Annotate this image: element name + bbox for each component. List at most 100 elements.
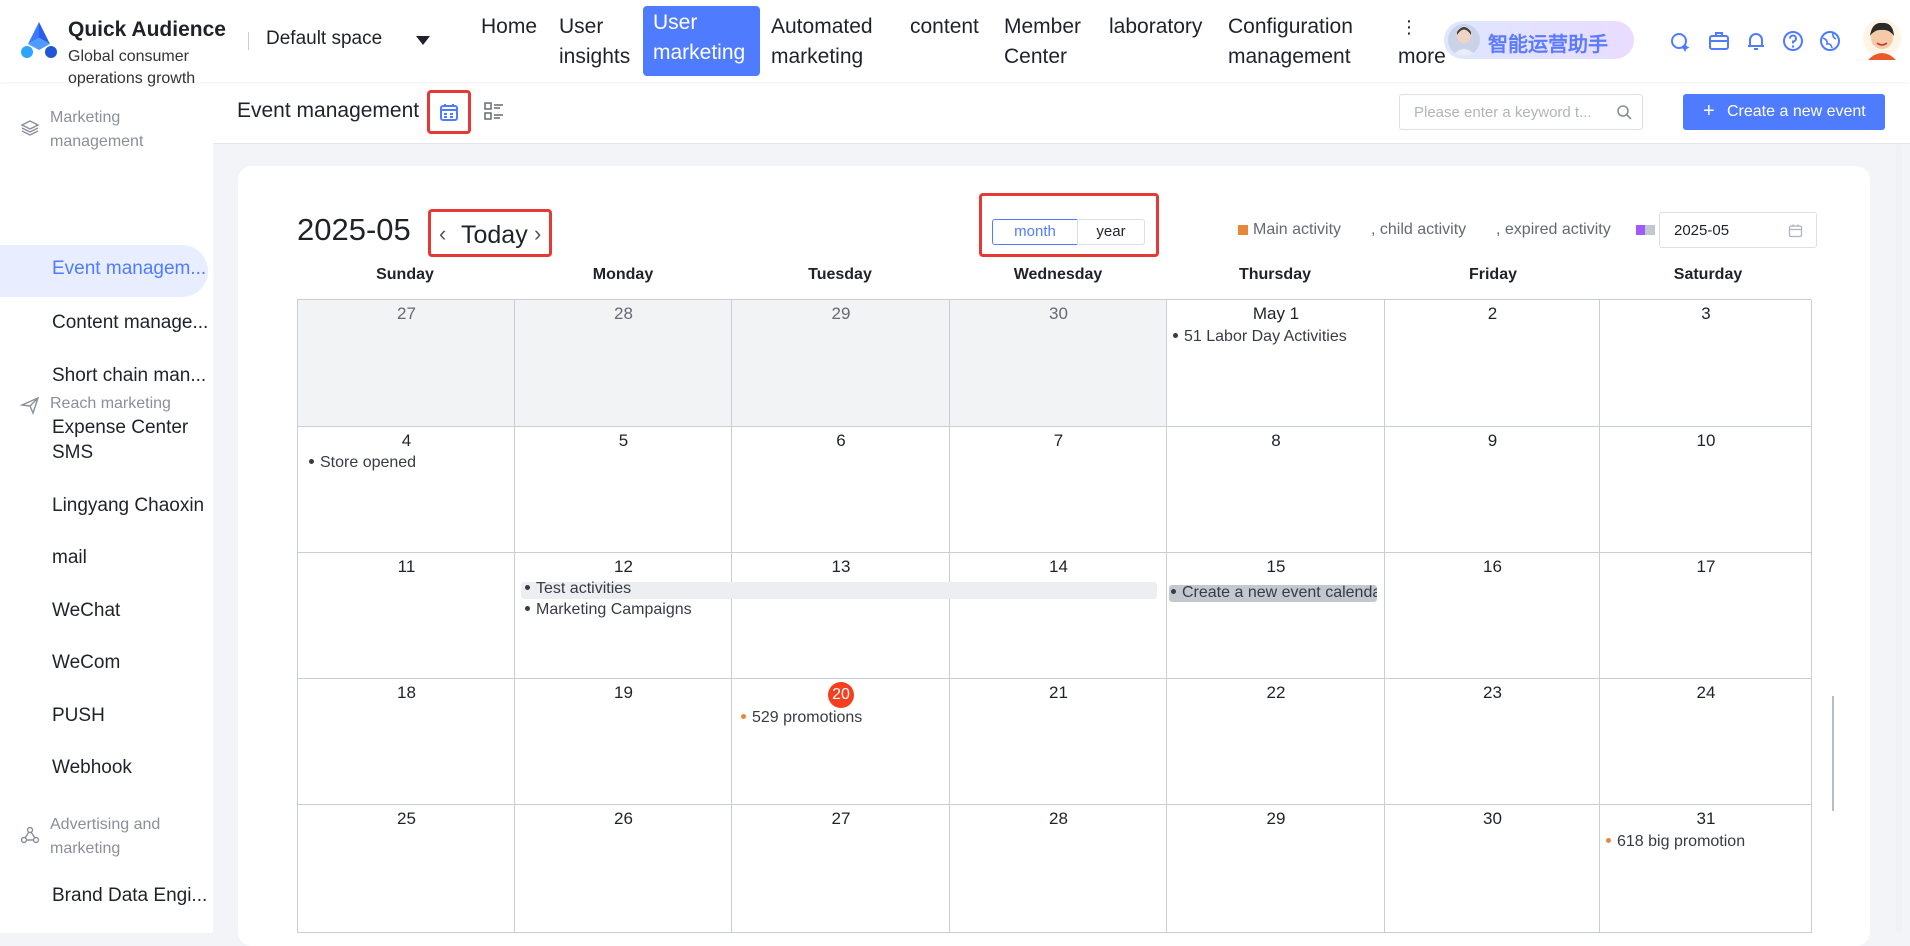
sidebar-item-brand-data-engine[interactable]: Brand Data Engi... [52, 885, 212, 907]
day-number: 7 [1053, 431, 1064, 450]
view-mode-toggle: month year [979, 193, 1159, 257]
ai-assistant-button[interactable]: 智能运营助手 [1444, 21, 1634, 59]
day-number: 9 [1487, 431, 1498, 450]
legend-main-swatch [1238, 225, 1248, 235]
day-number: 3 [1701, 304, 1711, 323]
day-number: 27 [397, 304, 416, 323]
nav-member-center[interactable]: Member Center [1004, 12, 1094, 72]
day-number: 28 [614, 304, 633, 323]
current-month-label: 2025-05 [297, 212, 411, 247]
day-number: 17 [1696, 557, 1716, 576]
nav-more[interactable]: more [1398, 42, 1446, 72]
sidebar-item-content-management[interactable]: Content manage... [52, 312, 212, 334]
sidebar-item-lingyang-chaoxin[interactable]: Lingyang Chaoxin [52, 495, 212, 517]
top-navbar: Quick Audience Global consumer operation… [0, 0, 1910, 87]
day-number: 26 [614, 809, 633, 828]
day-number: 30 [1049, 304, 1068, 323]
caret-down-icon[interactable] [416, 36, 430, 45]
day-number: 16 [1483, 557, 1502, 576]
nav-automated-marketing[interactable]: Automated marketing [771, 12, 901, 72]
search-icon[interactable] [1616, 104, 1632, 120]
day-number: 21 [1049, 683, 1068, 702]
sidebar-group-reach-marketing: Reach marketing [50, 395, 171, 412]
sidebar-item-push[interactable]: PUSH [52, 705, 212, 727]
date-picker-value: 2025-05 [1674, 222, 1730, 239]
day-number: 25 [397, 809, 416, 828]
event-store-opened[interactable]: Store opened [309, 454, 416, 472]
help-icon[interactable] [1782, 30, 1804, 52]
nav-configuration-management[interactable]: Configuration management [1228, 12, 1378, 72]
nav-user-insights[interactable]: User insights [559, 12, 639, 72]
sidebar-item-event-management[interactable]: Event managem... [52, 258, 212, 280]
page-title: Event management [237, 99, 420, 122]
day-number: 13 [831, 557, 851, 576]
ai-star-icon[interactable] [1669, 30, 1691, 52]
day-number: 11 [397, 557, 416, 576]
create-event-button[interactable]: + Create a new event [1683, 94, 1885, 130]
quick-audience-logo-icon[interactable] [20, 20, 58, 60]
year-mode-button[interactable]: year [1077, 219, 1145, 245]
day-number: 24 [1696, 683, 1716, 702]
search-input[interactable]: Please enter a keyword t... [1399, 94, 1643, 130]
day-number: May 1 [1252, 304, 1300, 323]
page-scrollbar[interactable] [1896, 144, 1902, 933]
day-number: 31 [1696, 809, 1716, 828]
month-navigator: ‹ Today › [428, 209, 552, 257]
more-dots-icon[interactable]: ⋮ [1400, 12, 1418, 42]
event-test-activities[interactable]: Test activities [525, 580, 631, 598]
globe-icon[interactable] [1819, 30, 1841, 52]
day-number: 2 [1487, 304, 1498, 323]
day-number: 28 [1049, 809, 1068, 828]
search-placeholder: Please enter a keyword t... [1414, 104, 1592, 121]
legend-expired-activity: , expired activity [1496, 221, 1611, 238]
weekday-saturday: Saturday [1673, 266, 1743, 283]
briefcase-icon[interactable] [1708, 30, 1730, 52]
nav-user-marketing[interactable]: User marketing [643, 6, 760, 76]
calendar-icon [440, 104, 458, 121]
sidebar-item-expense-center[interactable]: Expense Center [52, 417, 212, 439]
event-marketing-campaigns[interactable]: Marketing Campaigns [525, 601, 692, 619]
weekday-monday: Monday [592, 266, 654, 283]
assistant-label: 智能运营助手 [1488, 32, 1608, 56]
weekday-thursday: Thursday [1238, 266, 1311, 283]
sidebar-item-short-chain-management[interactable]: Short chain man... [52, 365, 212, 387]
sidebar-group-marketing-management: Marketing management [50, 109, 144, 150]
month-mode-button[interactable]: month [992, 219, 1078, 245]
chevron-right-icon[interactable]: › [534, 221, 541, 247]
weekday-tuesday: Tuesday [808, 266, 872, 283]
sidebar-item-webhook[interactable]: Webhook [52, 757, 212, 779]
day-number: 6 [836, 431, 846, 450]
calendar-scrollbar-thumb[interactable] [1832, 696, 1834, 811]
nav-content[interactable]: content [910, 12, 979, 42]
day-number: 12 [614, 557, 633, 576]
space-selector[interactable]: Default space [266, 28, 382, 50]
sidebar-group-advertising-marketing: Advertising and marketing [50, 816, 161, 857]
sidebar: Marketing management Event managem... Co… [0, 82, 213, 933]
sidebar-item-mail[interactable]: mail [52, 547, 212, 569]
bell-icon[interactable] [1745, 30, 1767, 52]
event-labor-day[interactable]: 51 Labor Day Activities [1173, 328, 1347, 346]
sidebar-item-wecom[interactable]: WeCom [52, 652, 212, 674]
legend-main-activity: Main activity [1253, 221, 1342, 238]
chevron-left-icon[interactable]: ‹ [439, 221, 446, 247]
day-number: 29 [1266, 809, 1286, 828]
event-529-promotions[interactable]: 529 promotions [741, 709, 862, 727]
day-number: 8 [1271, 431, 1281, 450]
day-number: 18 [397, 683, 416, 702]
month-date-picker[interactable]: 2025-05 [1659, 212, 1817, 248]
nav-home[interactable]: Home [481, 12, 537, 42]
sidebar-item-wechat[interactable]: WeChat [52, 600, 212, 622]
event-new-event-calendar[interactable]: Create a new event calenda [1171, 584, 1377, 602]
share-icon [20, 826, 40, 844]
calendar-view-button[interactable] [427, 90, 471, 134]
brand-name: Quick Audience [68, 18, 226, 41]
today-button[interactable]: Today [461, 221, 528, 250]
list-view-icon[interactable] [483, 100, 505, 122]
weekday-wednesday: Wednesday [1013, 266, 1103, 283]
sidebar-item-sms[interactable]: SMS [52, 442, 212, 464]
plus-icon: + [1703, 100, 1715, 122]
nav-laboratory[interactable]: laboratory [1109, 12, 1202, 42]
user-avatar[interactable] [1862, 18, 1902, 60]
event-618-big-promotion[interactable]: 618 big promotion [1606, 833, 1745, 851]
weekday-sunday: Sunday [376, 266, 434, 283]
